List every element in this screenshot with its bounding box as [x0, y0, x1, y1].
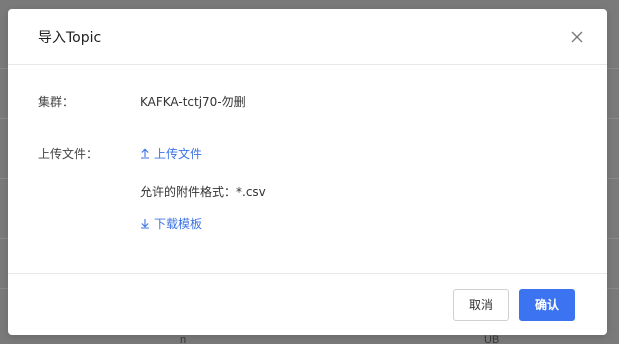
upload-label: 上传文件：: [38, 147, 99, 161]
background-cell-text: UB: [484, 334, 500, 344]
close-icon[interactable]: [569, 29, 585, 45]
download-template-link-label: 下载模板: [154, 217, 203, 231]
download-icon: [141, 219, 149, 229]
dialog-title: 导入Topic: [38, 29, 102, 46]
import-topic-dialog: 导入Topic 集群： KAFKA-tctj70-勿删 上传文件： 上传文件 允…: [8, 9, 607, 335]
cluster-row: 集群： KAFKA-tctj70-勿删: [38, 93, 246, 110]
upload-file-link-label: 上传文件: [154, 147, 203, 161]
allowed-formats-text: 允许的附件格式：*.csv: [140, 185, 266, 199]
upload-file-link[interactable]: 上传文件: [140, 145, 202, 162]
dialog-footer: 取消 确认: [8, 273, 607, 335]
dialog-header: 导入Topic: [8, 9, 607, 65]
upload-row: 上传文件： 上传文件: [38, 145, 202, 162]
download-template-row: 下载模板: [140, 215, 202, 232]
confirm-button[interactable]: 确认: [519, 288, 575, 321]
upload-icon: [141, 148, 149, 159]
cluster-value: KAFKA-tctj70-勿删: [140, 95, 246, 109]
background-cell-text: n: [180, 334, 187, 344]
dialog-body: 集群： KAFKA-tctj70-勿删 上传文件： 上传文件 允许的附件格式：*…: [8, 65, 607, 273]
allowed-formats-row: 允许的附件格式：*.csv: [140, 183, 266, 200]
download-template-link[interactable]: 下载模板: [140, 215, 202, 232]
cluster-label: 集群：: [38, 95, 75, 109]
cancel-button[interactable]: 取消: [453, 288, 509, 321]
